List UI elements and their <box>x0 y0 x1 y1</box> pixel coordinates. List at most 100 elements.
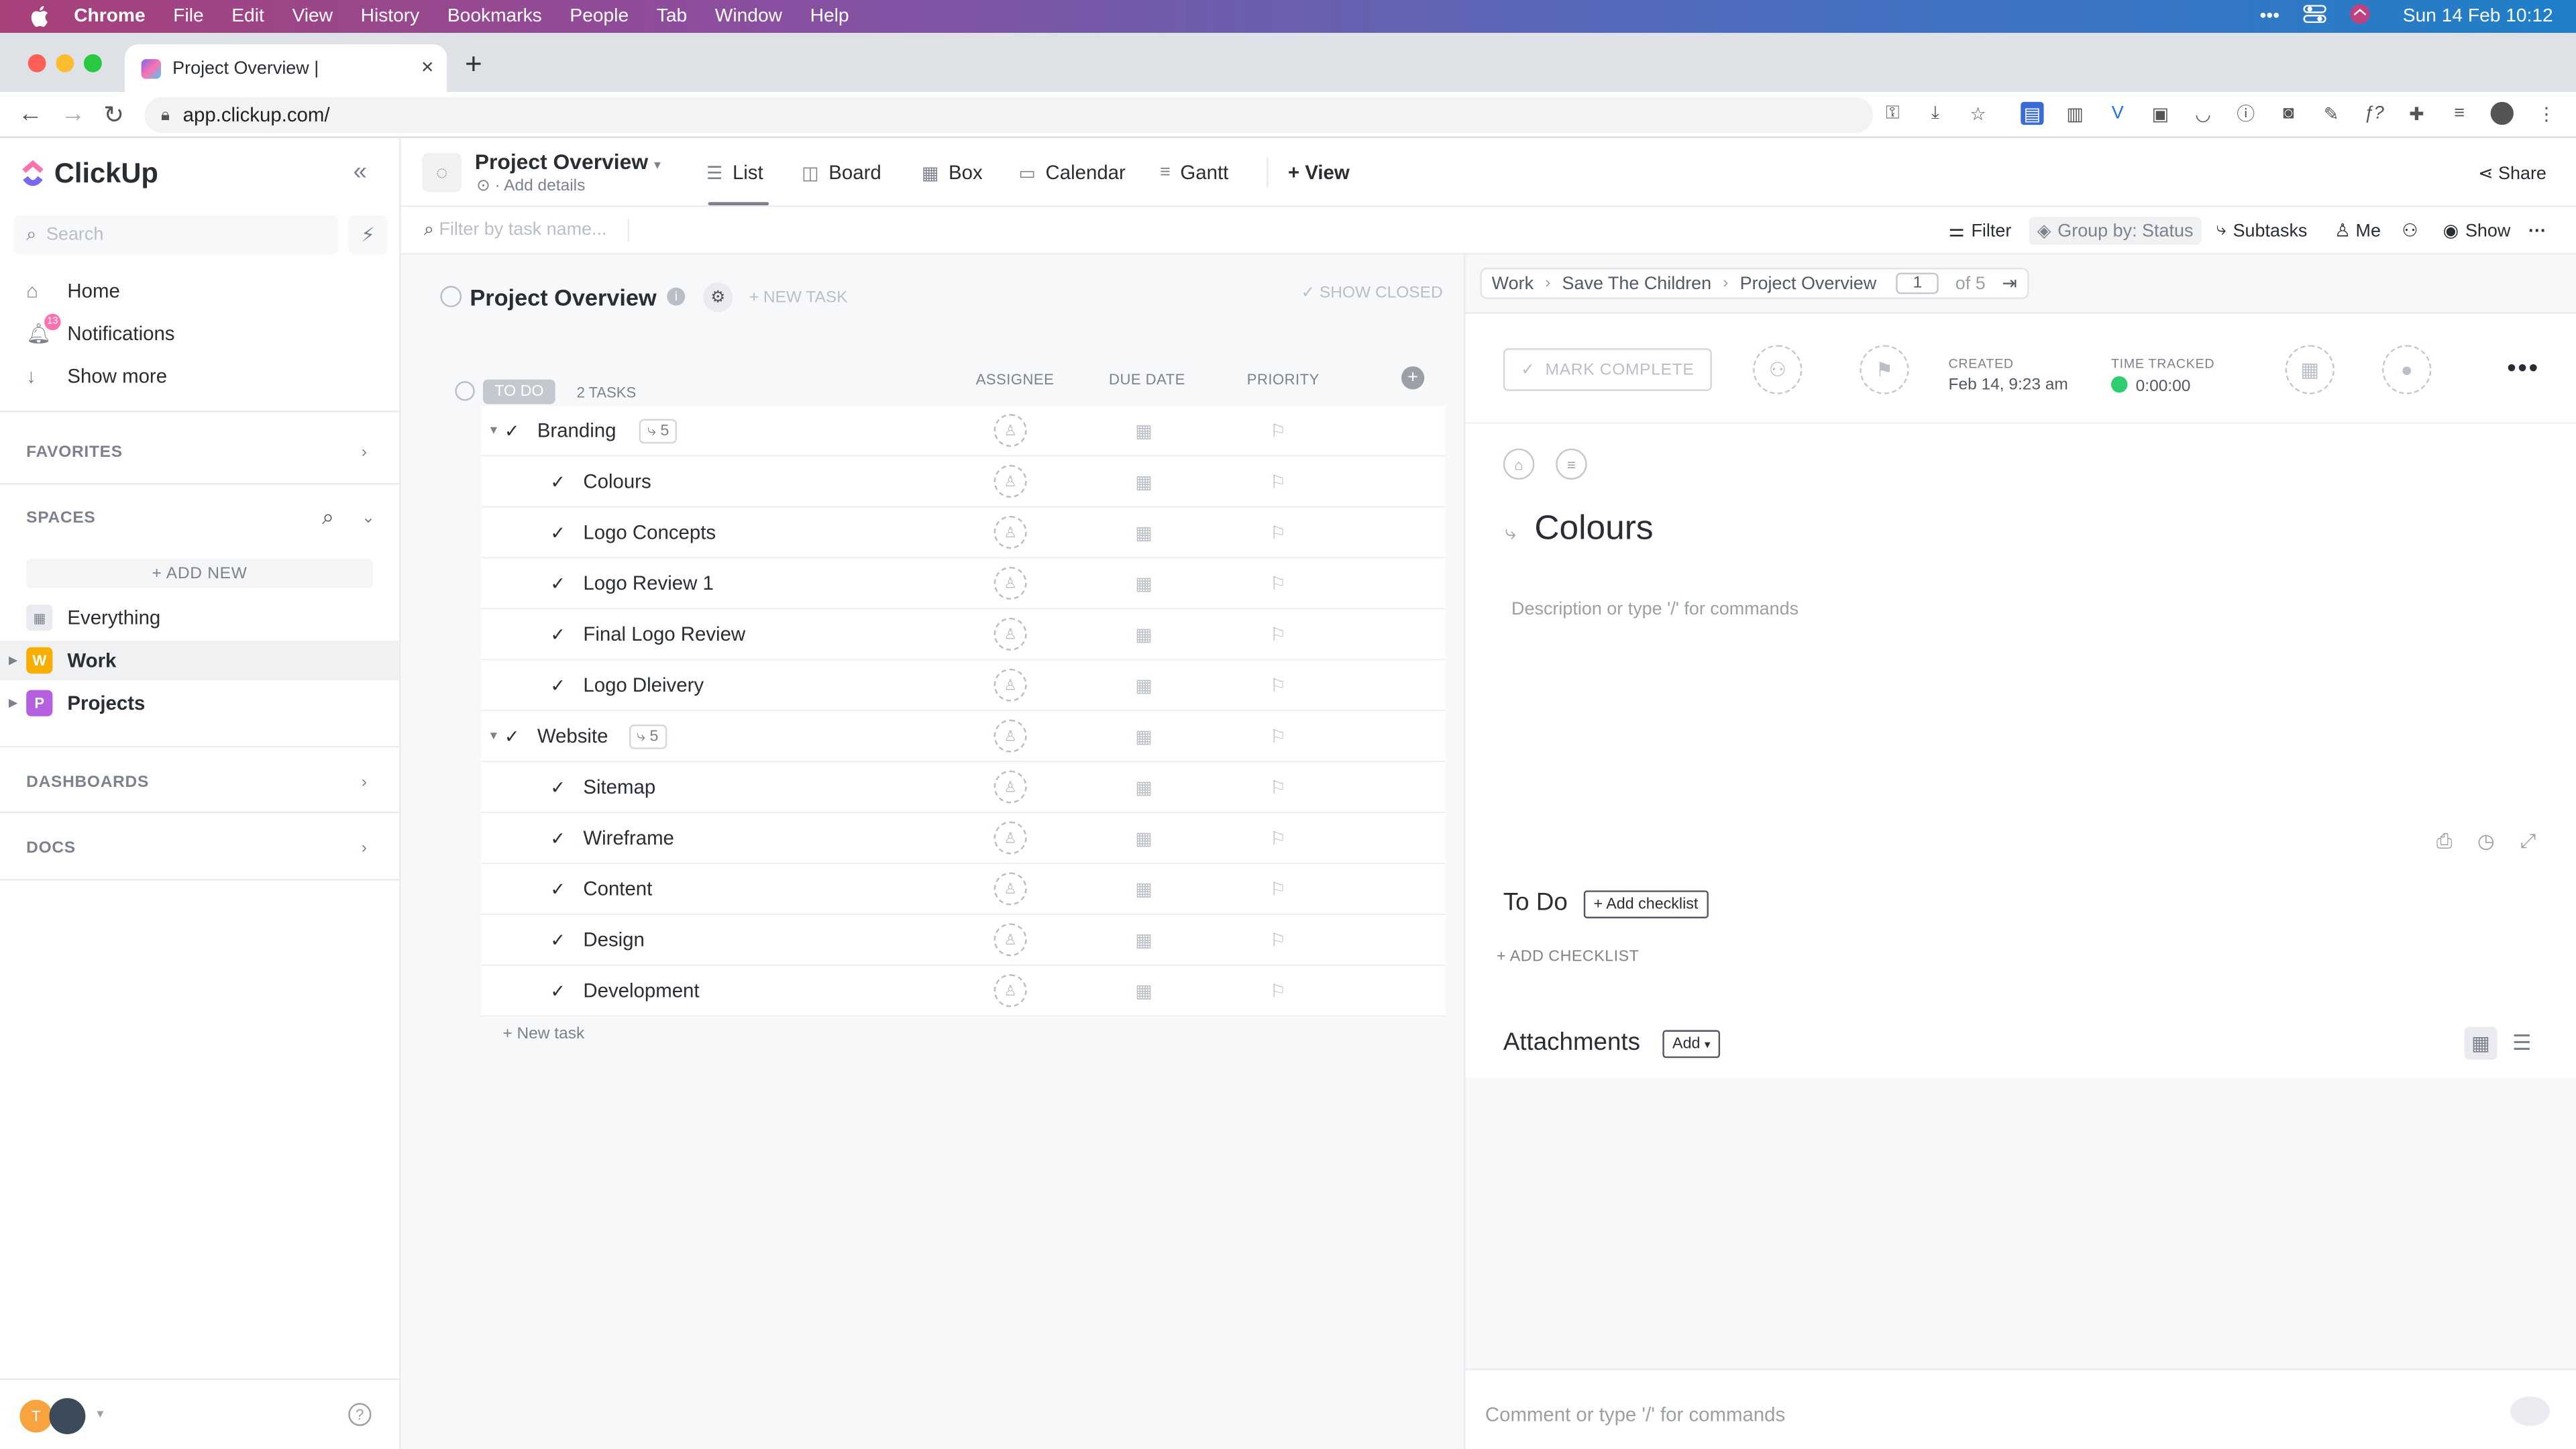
list-status-icon[interactable]: ◌ <box>422 152 462 193</box>
page-number-input[interactable]: 1 <box>1896 272 1939 294</box>
install-icon[interactable]: ⤓ <box>1924 102 1947 125</box>
priority-flag-icon[interactable]: ⚐ <box>1270 471 1286 492</box>
search-icon[interactable]: ⌕ <box>322 504 334 531</box>
assignee-icon[interactable]: ♙ <box>994 414 1027 447</box>
people-icon[interactable]: ⚇ <box>2394 217 2426 245</box>
window-close-button[interactable] <box>28 54 46 72</box>
caret-right-icon[interactable]: ▶ <box>0 654 26 667</box>
menu-file[interactable]: File <box>173 7 203 26</box>
window-zoom-button[interactable] <box>83 54 102 72</box>
extension-icon[interactable]: V <box>2106 102 2129 125</box>
caret-down-icon[interactable]: ▾ <box>97 1406 103 1421</box>
sidebar-item-home[interactable]: ⌂ Home <box>26 279 120 302</box>
column-header-assignee[interactable]: ASSIGNEE <box>976 371 1055 387</box>
check-icon[interactable]: ✓ <box>504 420 520 441</box>
priority-flag-icon[interactable]: ⚐ <box>1270 980 1286 1001</box>
subtasks-button[interactable]: ⤷ Subtasks <box>2208 217 2315 245</box>
priority-flag-icon[interactable]: ⚐ <box>1270 674 1286 696</box>
column-header-priority[interactable]: PRIORITY <box>1247 371 1320 387</box>
assignee-icon[interactable]: ♙ <box>994 668 1027 702</box>
assignee-icon[interactable]: ♙ <box>994 872 1027 906</box>
menu-edit[interactable]: Edit <box>231 7 264 26</box>
settings-icon[interactable]: ⚙ <box>703 282 733 313</box>
check-icon[interactable]: ✓ <box>550 522 566 543</box>
breadcrumb-item[interactable]: Work <box>1492 274 1534 293</box>
assignee-icon[interactable]: ♙ <box>994 770 1027 804</box>
docs-heading[interactable]: DOCS <box>26 839 76 857</box>
menu-help[interactable]: Help <box>810 7 849 26</box>
check-icon[interactable]: ✓ <box>550 827 566 849</box>
calendar-icon[interactable]: ▦ <box>1135 471 1152 492</box>
siri-icon[interactable] <box>2349 3 2370 30</box>
calendar-icon[interactable]: ▦ <box>1135 980 1152 1001</box>
assignee-icon[interactable]: ♙ <box>994 821 1027 855</box>
list-status-icon[interactable] <box>440 286 462 307</box>
check-icon[interactable]: ✓ <box>550 674 566 696</box>
collapse-group-icon[interactable] <box>455 381 475 401</box>
add-column-icon[interactable]: + <box>1401 366 1425 390</box>
assignee-icon[interactable]: ♙ <box>994 719 1027 753</box>
check-icon[interactable]: ✓ <box>550 980 566 1001</box>
priority-flag-icon[interactable]: ⚐ <box>1270 776 1286 798</box>
check-icon[interactable]: ✓ <box>550 471 566 492</box>
calendar-icon[interactable]: ▦ <box>1135 674 1152 696</box>
sidebar-item-show-more[interactable]: ↓ Show more <box>26 365 167 388</box>
table-row[interactable]: ✓ Sitemap ♙ ▦ ⚐ <box>481 762 1446 814</box>
chrome-menu-icon[interactable]: ⋮ <box>2535 102 2558 125</box>
tab-board[interactable]: ◫ Board <box>802 161 881 184</box>
task-name[interactable]: Logo Dleivery <box>583 674 704 696</box>
back-icon[interactable]: ← <box>18 100 43 128</box>
space-everything[interactable]: ▦ Everything <box>0 598 399 637</box>
table-row[interactable]: ✓ Colours ♙ ▦ ⚐ <box>481 457 1446 508</box>
chevron-right-icon[interactable]: › <box>362 839 367 857</box>
subtask-count[interactable]: ⤷ 5 <box>639 419 678 444</box>
check-icon[interactable]: ✓ <box>550 623 566 645</box>
priority-flag-icon[interactable]: ⚐ <box>1270 623 1286 645</box>
tab-box[interactable]: ▦ Box <box>922 161 983 184</box>
info-icon[interactable]: i <box>667 287 686 306</box>
sidebar-item-notifications[interactable]: 🔔︎ 13 Notifications <box>26 313 175 345</box>
dashboards-heading[interactable]: DASHBOARDS <box>26 773 149 792</box>
check-icon[interactable]: ✓ <box>550 929 566 950</box>
share-button[interactable]: ⋖ Share <box>2478 162 2546 184</box>
list-title[interactable]: Project Overview <box>470 284 656 311</box>
table-row[interactable]: ✓ Content ♙ ▦ ⚐ <box>481 864 1446 916</box>
menu-view[interactable]: View <box>292 7 333 26</box>
avatar[interactable] <box>49 1398 86 1434</box>
assignee-icon[interactable]: ♙ <box>994 465 1027 498</box>
caret-down-icon[interactable]: ▼ <box>488 731 499 742</box>
add-task-link[interactable]: + New task <box>502 1025 584 1043</box>
menu-tab[interactable]: Tab <box>657 7 687 26</box>
table-row[interactable]: ✓ Logo Dleivery ♙ ▦ ⚐ <box>481 660 1446 712</box>
calendar-icon[interactable]: ▦ <box>1135 827 1152 849</box>
breadcrumb-item[interactable]: Project Overview <box>1740 274 1877 293</box>
comment-input[interactable]: Comment or type '/' for commands <box>1485 1403 1785 1426</box>
menu-history[interactable]: History <box>361 7 420 26</box>
browser-tab[interactable]: Project Overview | × <box>125 44 447 93</box>
window-minimize-button[interactable] <box>56 54 74 72</box>
key-icon[interactable]: ⚿ <box>1881 102 1904 125</box>
priority-flag-icon[interactable]: ⚐ <box>1270 420 1286 441</box>
tab-list[interactable]: ☰ List <box>706 161 763 184</box>
space-work[interactable]: ▶ W Work <box>0 641 400 680</box>
assignee-icon[interactable]: ♙ <box>994 923 1027 957</box>
add-view-button[interactable]: + View <box>1288 161 1350 184</box>
reload-icon[interactable]: ↻ <box>103 100 124 130</box>
table-row[interactable]: ✓ Wireframe ♙ ▦ ⚐ <box>481 813 1446 865</box>
profile-avatar[interactable] <box>2490 101 2514 125</box>
add-assignee-icon[interactable]: ⚇ <box>1753 345 1803 394</box>
comment-box[interactable]: Comment or type '/' for commands <box>1465 1368 2576 1449</box>
puzzle-icon[interactable]: ✚ <box>2405 102 2428 125</box>
caret-down-icon[interactable]: ▼ <box>488 425 499 436</box>
task-name[interactable]: Sitemap <box>583 775 655 798</box>
table-row[interactable]: ✓ Design ♙ ▦ ⚐ <box>481 915 1446 966</box>
calendar-icon[interactable]: ▦ <box>1135 420 1152 441</box>
table-row[interactable]: ✓ Logo Review 1 ♙ ▦ ⚐ <box>481 559 1446 610</box>
calendar-icon[interactable]: ▦ <box>1135 929 1152 950</box>
task-name[interactable]: Website <box>537 724 608 747</box>
time-tracked-value[interactable]: 0:00:00 <box>2110 376 2190 396</box>
calendar-icon[interactable]: ▦ <box>1135 623 1152 645</box>
pocket-icon[interactable]: ◡ <box>2192 102 2214 125</box>
menu-window[interactable]: Window <box>715 7 782 26</box>
control-center-icon[interactable] <box>2302 5 2326 28</box>
